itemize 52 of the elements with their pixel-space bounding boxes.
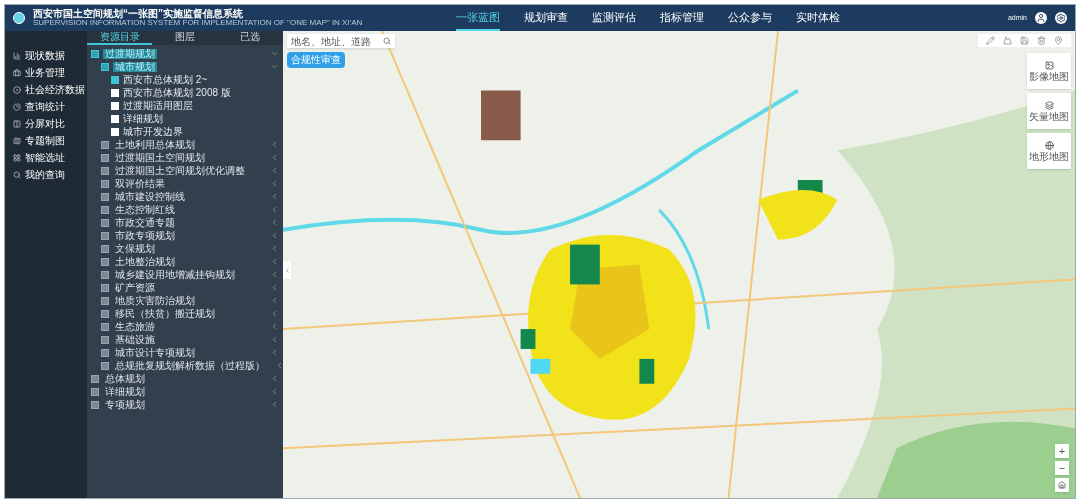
- basemap-button[interactable]: 影像地图: [1027, 53, 1071, 89]
- tree-item[interactable]: 市政专项规划: [113, 230, 177, 241]
- tree-item[interactable]: 市政交通专题: [113, 217, 177, 228]
- tree-item[interactable]: 土地利用总体规划: [113, 139, 197, 150]
- menu-item[interactable]: 业务管理: [25, 65, 65, 80]
- tree-item[interactable]: 文保规划: [113, 243, 157, 254]
- tree-item[interactable]: 地质灾害防治规划: [113, 295, 197, 306]
- tree-item[interactable]: 城市设计专项规划: [113, 347, 197, 358]
- nav-tab[interactable]: 公众参与: [727, 5, 772, 31]
- layer-label: 西安市总体规划 2008 版: [123, 87, 231, 98]
- system-subtitle: SUPERVISION INFORMATION SYSTEM FOR IMPLEMENTATION OF "ONE MAP" IN XI'AN: [33, 19, 363, 27]
- layer-label: 城市开发边界: [123, 126, 183, 137]
- tree-item[interactable]: 矿产资源: [113, 282, 157, 293]
- tree-item[interactable]: 土地整治规划: [113, 256, 177, 267]
- tree-item[interactable]: 过渡期国土空间规划优化调整: [113, 165, 247, 176]
- nav-tab[interactable]: 指标管理: [659, 5, 704, 31]
- menu-item[interactable]: 现状数据: [25, 48, 65, 63]
- tree-item[interactable]: 总规批复规划解析数据（过程版）: [113, 360, 267, 371]
- menu-item[interactable]: 专题制图: [25, 133, 65, 148]
- tree-item[interactable]: 城市建设控制线: [113, 191, 187, 202]
- tree-item[interactable]: 总体规划: [103, 373, 147, 384]
- zoom-out-button[interactable]: −: [1055, 461, 1069, 475]
- tree-item[interactable]: 过渡期规划: [103, 48, 157, 59]
- panel-tab[interactable]: 已选: [217, 31, 283, 45]
- tree-item[interactable]: 生态控制红线: [113, 204, 177, 215]
- nav-tab[interactable]: 实时体检: [795, 5, 840, 31]
- tree-item[interactable]: 专项规划: [103, 399, 147, 410]
- menu-item[interactable]: 我的查询: [25, 167, 65, 182]
- panel-tab[interactable]: 资源目录: [87, 31, 153, 45]
- search-field[interactable]: 地名、地址、道路: [287, 34, 395, 48]
- panel-tab[interactable]: 图层: [152, 31, 218, 45]
- tree-item[interactable]: 移民（扶贫）搬迁规划: [113, 308, 217, 319]
- basemap-button[interactable]: 地形地图: [1027, 133, 1071, 169]
- system-title: 西安市国土空间规划“一张图”实施监督信息系统: [33, 9, 243, 19]
- tree-item[interactable]: 过渡期国土空间规划: [113, 152, 207, 163]
- layer-label: 西安市总体规划 2~: [123, 74, 208, 85]
- tree-item[interactable]: 基础设施: [113, 334, 157, 345]
- tree-item[interactable]: 生态旅游: [113, 321, 157, 332]
- menu-item[interactable]: 查询统计: [25, 99, 65, 114]
- tree-item[interactable]: 详细规划: [103, 386, 147, 397]
- tree-item[interactable]: 城乡建设用地增减挂钩规划: [113, 269, 237, 280]
- nav-tab[interactable]: 监测评估: [591, 5, 636, 31]
- layer-label: 详细规划: [123, 113, 163, 124]
- menu-item[interactable]: 智能选址: [25, 150, 65, 165]
- layer-label: 过渡期适用图层: [123, 100, 193, 111]
- nav-tab[interactable]: 规划审查: [523, 5, 568, 31]
- menu-item[interactable]: 分屏对比: [25, 116, 65, 131]
- basemap-button[interactable]: 矢量地图: [1027, 93, 1071, 129]
- tree-item[interactable]: 双评价结果: [113, 178, 167, 189]
- menu-item[interactable]: 社会经济数据: [25, 82, 85, 97]
- tree-item[interactable]: 城市规划: [113, 61, 157, 72]
- zoom-in-button[interactable]: +: [1055, 444, 1069, 458]
